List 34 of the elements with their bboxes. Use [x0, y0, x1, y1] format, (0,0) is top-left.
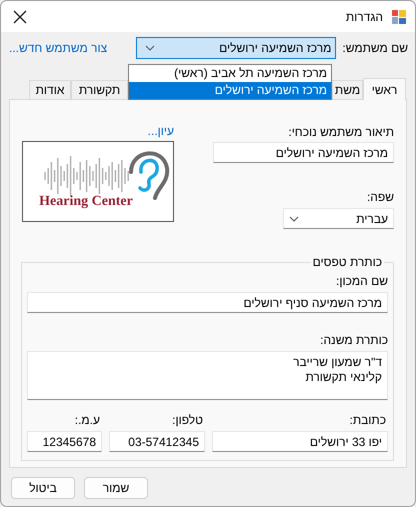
subtitle-field[interactable]: ד"ר שמעון שרייבר קלינאי תקשורת — [27, 351, 388, 400]
close-button[interactable] — [11, 8, 29, 26]
dialog-button[interactable]: ביטול — [11, 477, 75, 499]
field-label: כתובת: — [348, 412, 387, 428]
address-field[interactable]: יפו 33 ירושלים — [212, 431, 388, 452]
chevron-down-icon — [289, 216, 299, 222]
phone-field[interactable]: 03-57412345 — [109, 431, 205, 452]
field-label: שם המכון: — [335, 273, 388, 289]
description-field[interactable]: מרכז השמיעה ירושלים — [213, 142, 394, 163]
tab[interactable]: אודות — [29, 80, 71, 99]
dialog-button[interactable]: שמור — [84, 477, 148, 499]
dropdown-option[interactable]: מרכז השמיעה ירושלים — [129, 82, 331, 99]
logo-text: Hearing Center — [39, 194, 133, 210]
field-label: ע.מ.: — [74, 412, 101, 428]
field-label: טלפון: — [171, 412, 204, 428]
field-label: תיאור משתמש נוכחי: — [287, 124, 394, 140]
institute-field[interactable]: מרכז השמיעה סניף ירושלים — [27, 292, 388, 313]
language-dropdown[interactable]: עברית — [283, 208, 394, 229]
field-label: שפה: — [366, 189, 394, 205]
new-user-link[interactable]: צור משתמש חדש... — [9, 41, 108, 55]
group-title: כותרת טפסים — [312, 255, 383, 269]
field-label: שם משתמש: — [342, 40, 408, 56]
window-title: הגדרות — [346, 10, 383, 24]
chevron-down-icon — [145, 45, 156, 51]
id-field[interactable]: 12345678 — [27, 431, 102, 452]
tab[interactable]: משת — [332, 80, 363, 99]
user-dropdown[interactable]: מרכז השמיעה ירושלים — [136, 37, 336, 59]
dropdown-option[interactable]: מרכז השמיעה תל אביב (ראשי) — [129, 65, 331, 82]
tab[interactable]: ראשי — [363, 78, 406, 100]
tab[interactable]: תקשורת — [71, 80, 128, 99]
app-icon — [391, 8, 407, 24]
browse-link[interactable]: עיון... — [148, 124, 174, 138]
waveform-icon — [44, 156, 129, 196]
field-label: כותרת משנה: — [319, 332, 388, 348]
